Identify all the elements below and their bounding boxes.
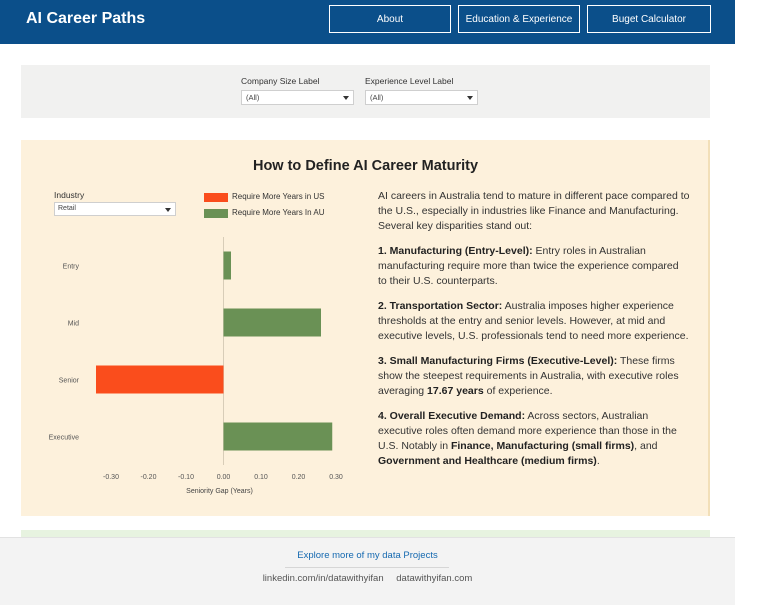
x-tick-label: 0.10 [254,474,268,481]
point-1: 1. Manufacturing (Entry-Level): Entry ro… [378,244,690,289]
category-label: Mid [68,321,79,328]
filter-bar: Company Size Label (All) Experience Leve… [21,65,710,118]
x-tick-label: 0.00 [217,474,231,481]
company-size-label: Company Size Label [241,76,320,86]
bar-mid [223,308,321,337]
point-2: 2. Transportation Sector: Australia impo… [378,299,690,344]
chevron-down-icon [467,96,473,100]
footer-links: linkedin.com/in/datawithyifan datawithyi… [0,573,735,584]
x-tick-label: -0.20 [141,474,157,481]
category-label: Entry [63,264,80,271]
nav-education-button[interactable]: Education & Experience [458,5,580,33]
x-tick-label: 0.30 [329,474,343,481]
point-4-mid: , and [634,440,658,452]
insight-text: AI careers in Australia tend to mature i… [378,189,690,479]
point-4-end: . [596,455,600,467]
x-tick-label: -0.30 [103,474,119,481]
bar-entry [223,251,231,280]
point-4-bold-1: Finance, Manufacturing (small firms) [450,440,635,452]
x-tick-label: 0.20 [292,474,306,481]
linkedin-link[interactable]: linkedin.com/in/datawithyifan [263,573,384,584]
company-size-value: (All) [246,93,260,102]
chevron-down-icon [343,96,349,100]
point-3-head: 3. Small Manufacturing Firms (Executive-… [378,355,618,367]
point-3: 3. Small Manufacturing Firms (Executive-… [378,354,690,399]
seniority-gap-chart: Entry Mid Senior Executive -0.30 -0.20 -0.10 0.… [49,237,343,495]
nav-about-button[interactable]: About [329,5,451,33]
point-4-head: 4. Overall Executive Demand: [378,410,526,422]
experience-level-label: Experience Level Label [365,76,454,86]
intro-paragraph: AI careers in Australia tend to mature i… [378,190,690,232]
experience-level-select[interactable]: (All) [365,90,478,105]
point-3-bold: 17.67 years [427,385,484,397]
company-size-select[interactable]: (All) [241,90,354,105]
point-2-head: 2. Transportation Sector: [378,300,503,312]
company-size-filter: Company Size Label (All) [241,76,354,105]
category-label: Executive [49,435,79,442]
footer-divider [285,567,449,568]
top-header: AI Career Paths About Education & Experi… [0,0,735,44]
website-link[interactable]: datawithyifan.com [396,573,472,584]
explore-projects-link[interactable]: Explore more of my data Projects [0,550,735,561]
category-label: Senior [59,378,80,385]
brand-title: AI Career Paths [26,10,146,27]
nav-budget-button[interactable]: Buget Calculator [587,5,711,33]
experience-level-filter: Experience Level Label (All) [365,76,478,105]
footer: Explore more of my data Projects linkedi… [0,537,735,605]
point-3-body-post: of experience. [483,385,553,397]
bar-senior [96,365,224,394]
point-4-bold-2: Government and Healthcare (medium firms) [378,455,597,467]
x-tick-label: -0.10 [178,474,194,481]
page: AI Career Paths About Education & Experi… [0,0,768,605]
bar-executive [223,422,333,451]
maturity-panel: How to Define AI Career Maturity Industr… [21,140,710,516]
experience-level-value: (All) [370,93,384,102]
x-axis-label: Seniority Gap (Years) [186,488,253,495]
point-1-head: 1. Manufacturing (Entry-Level): [378,245,533,257]
point-4: 4. Overall Executive Demand: Across sect… [378,409,690,469]
